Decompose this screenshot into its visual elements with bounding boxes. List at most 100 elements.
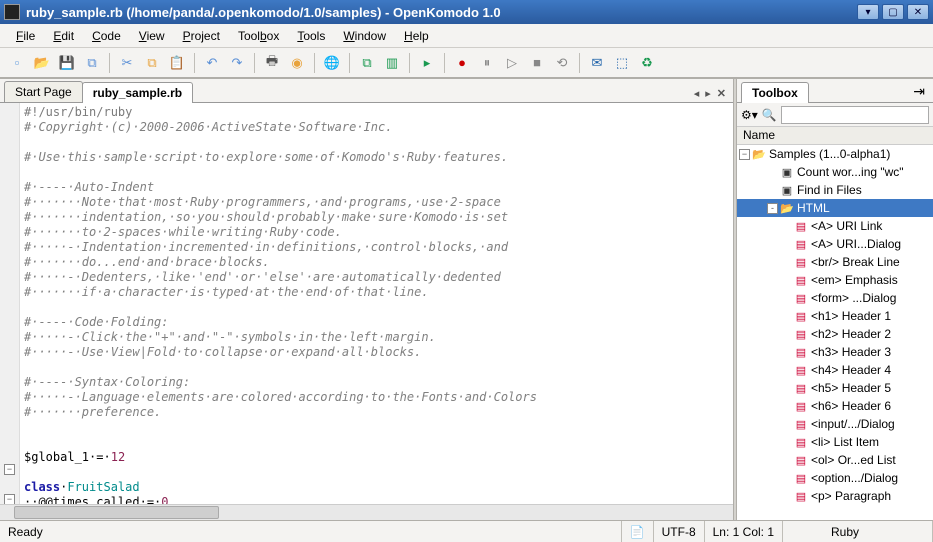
- code-line[interactable]: [24, 360, 731, 375]
- gear-icon[interactable]: ⚙▾: [741, 108, 758, 122]
- tab-start-page[interactable]: Start Page: [4, 81, 83, 102]
- new-file-icon[interactable]: ▫: [6, 52, 28, 74]
- code-line[interactable]: #·······preference.: [24, 405, 731, 420]
- redo-icon[interactable]: ↷: [226, 52, 248, 74]
- code-line[interactable]: #·······indentation,·so·you·should·proba…: [24, 210, 731, 225]
- tab-ruby-sample[interactable]: ruby_sample.rb: [82, 82, 193, 103]
- run-menu-icon[interactable]: ▸: [416, 52, 438, 74]
- menu-project[interactable]: Project: [175, 27, 228, 45]
- stop-icon[interactable]: ■: [526, 52, 548, 74]
- code-line[interactable]: #·······to·2-spaces·while·writing·Ruby·c…: [24, 225, 731, 240]
- code-line[interactable]: #·······if·a·character·is·typed·at·the·e…: [24, 285, 731, 300]
- code-line[interactable]: #·······do...end·and·brace·blocks.: [24, 255, 731, 270]
- fold-marker[interactable]: −: [4, 464, 15, 475]
- help-icon[interactable]: ◉: [286, 52, 308, 74]
- code-line[interactable]: #·----·Syntax·Coloring:: [24, 375, 731, 390]
- record-icon[interactable]: ●: [451, 52, 473, 74]
- tree-item[interactable]: ▤<h1> Header 1: [737, 307, 933, 325]
- minimize-button[interactable]: ▾: [857, 4, 879, 20]
- menu-window[interactable]: Window: [335, 27, 394, 45]
- code-line[interactable]: [24, 300, 731, 315]
- tab-prev-icon[interactable]: ◂: [691, 85, 703, 102]
- tree-item[interactable]: ▤<h4> Header 4: [737, 361, 933, 379]
- preview-split-icon[interactable]: ▥: [381, 52, 403, 74]
- menu-code[interactable]: Code: [84, 27, 129, 45]
- copy-icon[interactable]: ⧉: [141, 52, 163, 74]
- toolbox-search-input[interactable]: [781, 106, 929, 124]
- code-line[interactable]: #·····-·Indentation·incremented·in·defin…: [24, 240, 731, 255]
- menu-edit[interactable]: Edit: [45, 27, 82, 45]
- code-line[interactable]: [24, 465, 731, 480]
- tree-item[interactable]: ▤<em> Emphasis: [737, 271, 933, 289]
- tree-item[interactable]: ▤<input/.../Dialog: [737, 415, 933, 433]
- status-encoding[interactable]: UTF-8: [654, 521, 705, 542]
- tree-item[interactable]: ▤<li> List Item: [737, 433, 933, 451]
- code-line[interactable]: #·----·Auto-Indent: [24, 180, 731, 195]
- menu-file[interactable]: File: [8, 27, 43, 45]
- code-line[interactable]: $global_1·=·12: [24, 450, 731, 465]
- pause-icon[interactable]: ⏸: [476, 52, 498, 74]
- print-icon[interactable]: 🖶: [261, 52, 283, 74]
- save-icon[interactable]: 💾: [56, 52, 78, 74]
- play-icon[interactable]: ▷: [501, 52, 523, 74]
- name-header[interactable]: Name: [737, 127, 933, 145]
- code-line[interactable]: #·Use·this·sample·script·to·explore·some…: [24, 150, 731, 165]
- open-icon[interactable]: 📂: [31, 52, 53, 74]
- scrollbar-thumb[interactable]: [14, 506, 219, 519]
- code-line[interactable]: [24, 165, 731, 180]
- tree-item[interactable]: ▤<h5> Header 5: [737, 379, 933, 397]
- tab-next-icon[interactable]: ▸: [702, 85, 714, 102]
- browser-icon[interactable]: 🌐: [321, 52, 343, 74]
- pin-icon[interactable]: ⇥: [909, 81, 929, 102]
- code-line[interactable]: #·····-·Dedenters,·like·'end'·or·'else'·…: [24, 270, 731, 285]
- tree-item[interactable]: ▤<h2> Header 2: [737, 325, 933, 343]
- package-icon[interactable]: ⬚: [611, 52, 633, 74]
- cut-icon[interactable]: ✂: [116, 52, 138, 74]
- tree-twist-icon[interactable]: -: [767, 203, 778, 214]
- tree-item[interactable]: ▤<h3> Header 3: [737, 343, 933, 361]
- replay-icon[interactable]: ⟲: [551, 52, 573, 74]
- code-line[interactable]: ··@@times_called·=·0: [24, 495, 731, 505]
- tree-item[interactable]: ▤<A> URI Link: [737, 217, 933, 235]
- maximize-button[interactable]: ▢: [882, 4, 904, 20]
- close-button[interactable]: ✕: [907, 4, 929, 20]
- tree-item[interactable]: ▤<option.../Dialog: [737, 469, 933, 487]
- code-line[interactable]: [24, 435, 731, 450]
- code-line[interactable]: class·FruitSalad: [24, 480, 731, 495]
- tree-item[interactable]: ▤<p> Paragraph: [737, 487, 933, 505]
- code-line[interactable]: #!/usr/bin/ruby: [24, 105, 731, 120]
- tree-item[interactable]: ▤<br/> Break Line: [737, 253, 933, 271]
- tree-item[interactable]: ▤<ol> Or...ed List: [737, 451, 933, 469]
- status-language[interactable]: Ruby: [823, 521, 933, 542]
- menu-help[interactable]: Help: [396, 27, 437, 45]
- tree-item[interactable]: ▤<h6> Header 6: [737, 397, 933, 415]
- mail-icon[interactable]: ✉: [586, 52, 608, 74]
- code-line[interactable]: #·····-·Language·elements·are·colored·ac…: [24, 390, 731, 405]
- tree-twist-icon[interactable]: −: [739, 149, 750, 160]
- tree-root[interactable]: −📂Samples (1...0-alpha1): [737, 145, 933, 163]
- fold-marker[interactable]: −: [4, 494, 15, 505]
- code-line[interactable]: #·Copyright·(c)·2000-2006·ActiveState·So…: [24, 120, 731, 135]
- paste-icon[interactable]: 📋: [166, 52, 188, 74]
- save-all-icon[interactable]: ⧉: [81, 52, 103, 74]
- tab-close-icon[interactable]: ✕: [714, 85, 729, 102]
- editor[interactable]: − − #!/usr/bin/ruby#·Copyright·(c)·2000-…: [0, 103, 733, 505]
- preview-icon[interactable]: ⧉: [356, 52, 378, 74]
- code-line[interactable]: #·····-·Use·View|Fold·to·collapse·or·exp…: [24, 345, 731, 360]
- tree-item[interactable]: ▤<A> URI...Dialog: [737, 235, 933, 253]
- undo-icon[interactable]: ↶: [201, 52, 223, 74]
- toolbox-tree[interactable]: −📂Samples (1...0-alpha1)▣Count wor...ing…: [737, 145, 933, 520]
- code-line[interactable]: #·----·Code·Folding:: [24, 315, 731, 330]
- sync-icon[interactable]: ♻: [636, 52, 658, 74]
- code-area[interactable]: #!/usr/bin/ruby#·Copyright·(c)·2000-2006…: [0, 103, 733, 505]
- menu-view[interactable]: View: [131, 27, 173, 45]
- tree-item[interactable]: ▣Count wor...ing "wc": [737, 163, 933, 181]
- code-line[interactable]: [24, 135, 731, 150]
- tree-item[interactable]: ▤<form> ...Dialog: [737, 289, 933, 307]
- horizontal-scrollbar[interactable]: [0, 504, 733, 520]
- tree-item[interactable]: ▣Find in Files: [737, 181, 933, 199]
- code-line[interactable]: #·······Note·that·most·Ruby·programmers,…: [24, 195, 731, 210]
- fold-gutter[interactable]: − −: [0, 103, 20, 505]
- menu-tools[interactable]: Tools: [289, 27, 333, 45]
- tree-item[interactable]: -📂HTML: [737, 199, 933, 217]
